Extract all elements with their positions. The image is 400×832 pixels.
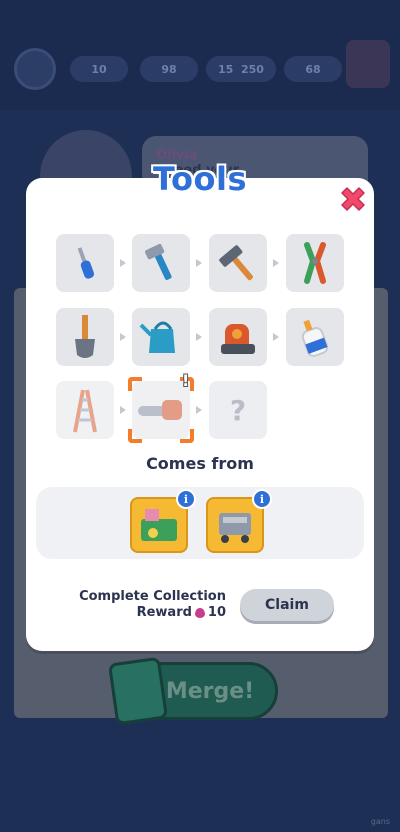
selection-corner	[128, 377, 142, 391]
info-icon[interactable]: i	[176, 489, 196, 509]
chainsaw-icon	[138, 400, 182, 420]
tool-slot-shovel[interactable]	[56, 308, 114, 366]
stat-pill-1: 10	[70, 56, 128, 82]
stat-pill-2: 98	[140, 56, 198, 82]
gem-icon	[194, 608, 205, 618]
stat-value: 250	[241, 62, 264, 76]
wrench-icon	[144, 243, 172, 280]
tool-slot-watering-can[interactable]	[132, 308, 190, 366]
tool-slot-unknown[interactable]: ?	[209, 381, 267, 439]
info-icon[interactable]: i	[252, 489, 272, 509]
stat-value: 10	[91, 62, 107, 76]
screwdriver-icon	[77, 247, 95, 279]
cart-icon	[219, 513, 251, 543]
close-icon[interactable]	[338, 184, 368, 214]
arrow-icon	[273, 333, 279, 341]
stat-value: 15	[218, 62, 234, 76]
tool-slot-glue[interactable]	[286, 308, 344, 366]
clipboard-icon	[107, 656, 169, 726]
ladder-icon	[73, 389, 97, 433]
stat-value: 68	[305, 62, 321, 76]
tool-slot-ladder[interactable]	[56, 381, 114, 439]
tool-slot-leaf-blower[interactable]	[209, 308, 267, 366]
reward-label: Reward	[136, 605, 192, 620]
collection-reward: Complete Collection Reward 10	[60, 589, 226, 621]
reward-line-2: Reward 10	[60, 605, 226, 621]
new-item-icon: !	[182, 371, 190, 390]
stat-value: 98	[161, 62, 177, 76]
watermark: gans	[370, 817, 390, 826]
tool-slot-hammer[interactable]	[209, 234, 267, 292]
comes-from-label: Comes from	[146, 454, 254, 473]
tool-slot-pipe-wrench[interactable]	[132, 234, 190, 292]
glue-icon	[301, 319, 329, 357]
toolbox-icon	[141, 509, 177, 541]
merge-label: Merge!	[165, 678, 255, 704]
stat-pill-3: 15 250	[206, 56, 276, 82]
watering-can-icon	[139, 321, 175, 353]
tool-slot-chainsaw[interactable]: !	[128, 371, 194, 443]
cart-source-button[interactable]: i	[206, 489, 272, 553]
sources-panel	[36, 487, 364, 559]
reward-line-1: Complete Collection	[79, 589, 226, 604]
claim-button[interactable]: Claim	[240, 589, 334, 621]
tool-slot-screwdriver[interactable]	[56, 234, 114, 292]
toolbox-source-button[interactable]: i	[130, 489, 196, 553]
arrow-icon	[273, 259, 279, 267]
selection-corner	[180, 429, 194, 443]
top-bar	[0, 0, 400, 110]
shop-icon	[346, 40, 390, 88]
selection-corner	[128, 429, 142, 443]
pliers-icon	[304, 242, 326, 284]
arrow-icon	[120, 333, 126, 341]
stat-pill-4: 68	[284, 56, 342, 82]
arrow-icon	[120, 259, 126, 267]
level-badge	[14, 48, 56, 90]
arrow-icon	[196, 406, 202, 414]
arrow-icon	[120, 406, 126, 414]
shovel-icon	[75, 315, 95, 358]
tool-slot-pliers[interactable]	[286, 234, 344, 292]
reward-amount: 10	[207, 605, 226, 620]
leaf-blower-icon	[221, 324, 255, 354]
arrow-icon	[196, 333, 202, 341]
arrow-icon	[196, 259, 202, 267]
question-mark-icon: ?	[229, 393, 247, 427]
hammer-icon	[219, 245, 253, 281]
